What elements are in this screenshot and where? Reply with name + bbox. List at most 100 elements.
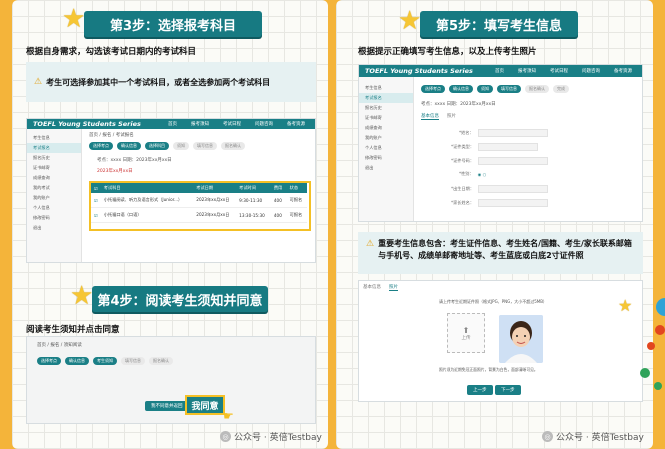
step3-screenshot: TOEFL Young Students Series 首页 报考须知 考试日程… xyxy=(26,118,316,263)
nav-item[interactable]: 备考资源 xyxy=(287,121,305,127)
gender-radio[interactable]: ◉ ○ xyxy=(478,172,487,177)
tab-basic-info[interactable]: 基本信息 xyxy=(421,113,439,120)
step5-form-screenshot: TOEFL Young Students Series 首页 报考须知 考试日程… xyxy=(358,64,643,222)
step-pill: 选择考点 xyxy=(421,85,445,93)
decor-dot xyxy=(655,325,665,335)
sidebar: 考生信息 考试报名 报名历史 证书邮寄 成绩查询 我的账户 个人信息 修改密码 … xyxy=(359,77,414,221)
step3-notice-text: 考生可选择参加其中一个考试科目，或者全选参加两个考试科目 xyxy=(46,77,271,87)
name-input[interactable] xyxy=(477,129,548,137)
breadcrumb: 首页 / 报名 / 考试报名 xyxy=(89,133,134,138)
nav-item[interactable]: 备考资源 xyxy=(614,68,632,74)
top-nav: 首页 报考须知 考试日程 问题咨询 备考资源 xyxy=(168,121,305,127)
field-label: *家长姓名： xyxy=(451,200,475,205)
sidebar-item[interactable]: 修改密码 xyxy=(359,153,413,163)
step-pill: 选择考点 xyxy=(89,142,113,150)
step-pill: 填写信息 xyxy=(193,142,217,150)
tab-photo[interactable]: 照片 xyxy=(447,113,456,120)
field-label: *姓名： xyxy=(459,130,474,135)
sidebar-item[interactable]: 成绩查询 xyxy=(27,173,81,183)
sidebar-item[interactable]: 我的考试 xyxy=(27,183,81,193)
wechat-icon: ◎ xyxy=(542,431,553,442)
sidebar-item[interactable]: 证书邮寄 xyxy=(359,113,413,123)
student-photo-svg xyxy=(499,315,543,363)
sidebar-item[interactable]: 证书邮寄 xyxy=(27,163,81,173)
nav-item[interactable]: 考试日程 xyxy=(223,121,241,127)
nav-item[interactable]: 问题咨询 xyxy=(255,121,273,127)
tab-photo[interactable]: 照片 xyxy=(389,284,398,291)
disagree-button[interactable]: 我不同意并返回 xyxy=(145,401,189,411)
form-row: *姓名： xyxy=(459,129,548,137)
form-row: *家长姓名： xyxy=(451,199,549,207)
upload-hint: 请上传考生近期证件照（格式JPG、PNG，大小不超过5MB） xyxy=(439,299,547,304)
birthdate-input[interactable] xyxy=(478,185,549,193)
field-label: *性别： xyxy=(459,171,474,176)
nav-item[interactable]: 首页 xyxy=(495,68,504,74)
id-number-input[interactable] xyxy=(478,157,549,165)
brand-logo: TOEFL Young Students Series xyxy=(365,67,473,75)
step-pill: 填写信息 xyxy=(121,357,145,365)
top-nav-bar: TOEFL Young Students Series 首页 报考须知 考试日程… xyxy=(359,65,642,77)
field-label: *证件号码： xyxy=(451,158,475,163)
nav-item[interactable]: 报考须知 xyxy=(518,68,536,74)
watermark: ◎ 公众号 · 英倍Testbay xyxy=(220,430,322,443)
step5-photo-screenshot: 基本信息 照片 请上传考生近期证件照（格式JPG、PNG，大小不超过5MB） ⬆… xyxy=(358,280,643,402)
step-progress: 选择考点 确认信息 须知 填写信息 报名确认 完成 xyxy=(421,85,569,93)
sidebar-item[interactable]: 我的账户 xyxy=(359,133,413,143)
warning-icon: ⚠ xyxy=(366,239,375,249)
sidebar-item[interactable]: 退出 xyxy=(359,163,413,173)
form-row: *证件号码： xyxy=(451,157,549,165)
nav-item[interactable]: 考试日程 xyxy=(550,68,568,74)
watermark-text: 公众号 · 英倍Testbay xyxy=(234,433,322,443)
prev-button[interactable]: 上一步 xyxy=(467,385,493,395)
step-pill: 须知 xyxy=(477,85,493,93)
sidebar-item[interactable]: 个人信息 xyxy=(27,203,81,213)
upload-box[interactable]: ⬆ 上传 xyxy=(447,313,485,353)
photo-note: 照片须为近期免冠正面照片，背景为白色，面部清晰可见。 xyxy=(439,367,538,372)
sidebar-item-active[interactable]: 考试报名 xyxy=(359,93,413,103)
exam-info-line: 2023年xx月xx日 xyxy=(97,169,133,174)
step3-badge: 第3步：选择报考科目 xyxy=(84,11,262,37)
sidebar-item[interactable]: 成绩查询 xyxy=(359,123,413,133)
field-label: *证件类型： xyxy=(451,144,475,149)
sidebar-item[interactable]: 我的账户 xyxy=(27,193,81,203)
upload-label: 上传 xyxy=(461,335,471,341)
form-row: *证件类型： xyxy=(451,143,539,151)
step5-heading: 根据提示正确填写考生信息，以及上传考生照片 xyxy=(358,47,537,57)
nav-item[interactable]: 问题咨询 xyxy=(582,68,600,74)
step-pill: 报名确认 xyxy=(525,85,549,93)
page: 第3步：选择报考科目 根据自身需求，勾选该考试日期内的考试科目 ⚠ 考生可选择参… xyxy=(0,0,665,449)
step-pill: 确认信息 xyxy=(117,142,141,150)
parent-name-input[interactable] xyxy=(478,199,549,207)
nav-item[interactable]: 报考须知 xyxy=(191,121,209,127)
upload-icon: ⬆ xyxy=(462,325,470,335)
wechat-icon: ◎ xyxy=(220,431,231,442)
sidebar-item[interactable]: 个人信息 xyxy=(359,143,413,153)
sidebar-item[interactable]: 退出 xyxy=(27,223,81,233)
sidebar-item-active[interactable]: 考试报名 xyxy=(27,143,81,153)
decor-dot xyxy=(647,342,655,350)
sidebar-item[interactable]: 考生信息 xyxy=(359,83,413,93)
sidebar-item[interactable]: 考生信息 xyxy=(27,133,81,143)
step5-notice-text: 重要考生信息包含：考生证件信息、考生姓名/国籍、考生/家长联系邮箱与手机号、成绩… xyxy=(378,239,632,260)
exam-summary: 考点：xxxx 日期：2023年xx月xx日 xyxy=(421,102,496,107)
form-tabs: 基本信息 照片 xyxy=(421,113,456,120)
next-button[interactable]: 下一步 xyxy=(495,385,521,395)
tab-basic-info[interactable]: 基本信息 xyxy=(363,284,381,291)
id-type-select[interactable] xyxy=(478,143,539,151)
sidebar-item[interactable]: 报名历史 xyxy=(359,103,413,113)
decor-dot xyxy=(640,368,650,378)
sidebar-item[interactable]: 修改密码 xyxy=(27,213,81,223)
exam-info-line: 考点：xxxx 日期：2023年xx月xx日 xyxy=(97,158,172,163)
brand-logo: TOEFL Young Students Series xyxy=(33,120,141,128)
nav-item[interactable]: 首页 xyxy=(168,121,177,127)
decor-dot xyxy=(656,298,665,316)
sidebar-item[interactable]: 报名历史 xyxy=(27,153,81,163)
step-pill: 选择科目 xyxy=(145,142,169,150)
warning-icon: ⚠ xyxy=(34,77,43,87)
star-icon: ★ xyxy=(398,6,422,36)
agree-button[interactable]: 我同意 xyxy=(185,395,225,415)
step3-heading: 根据自身需求，勾选该考试日期内的考试科目 xyxy=(26,47,197,57)
highlight-frame xyxy=(89,181,311,231)
step-pill: 须知 xyxy=(173,142,189,150)
step-pill: 报名确认 xyxy=(149,357,173,365)
